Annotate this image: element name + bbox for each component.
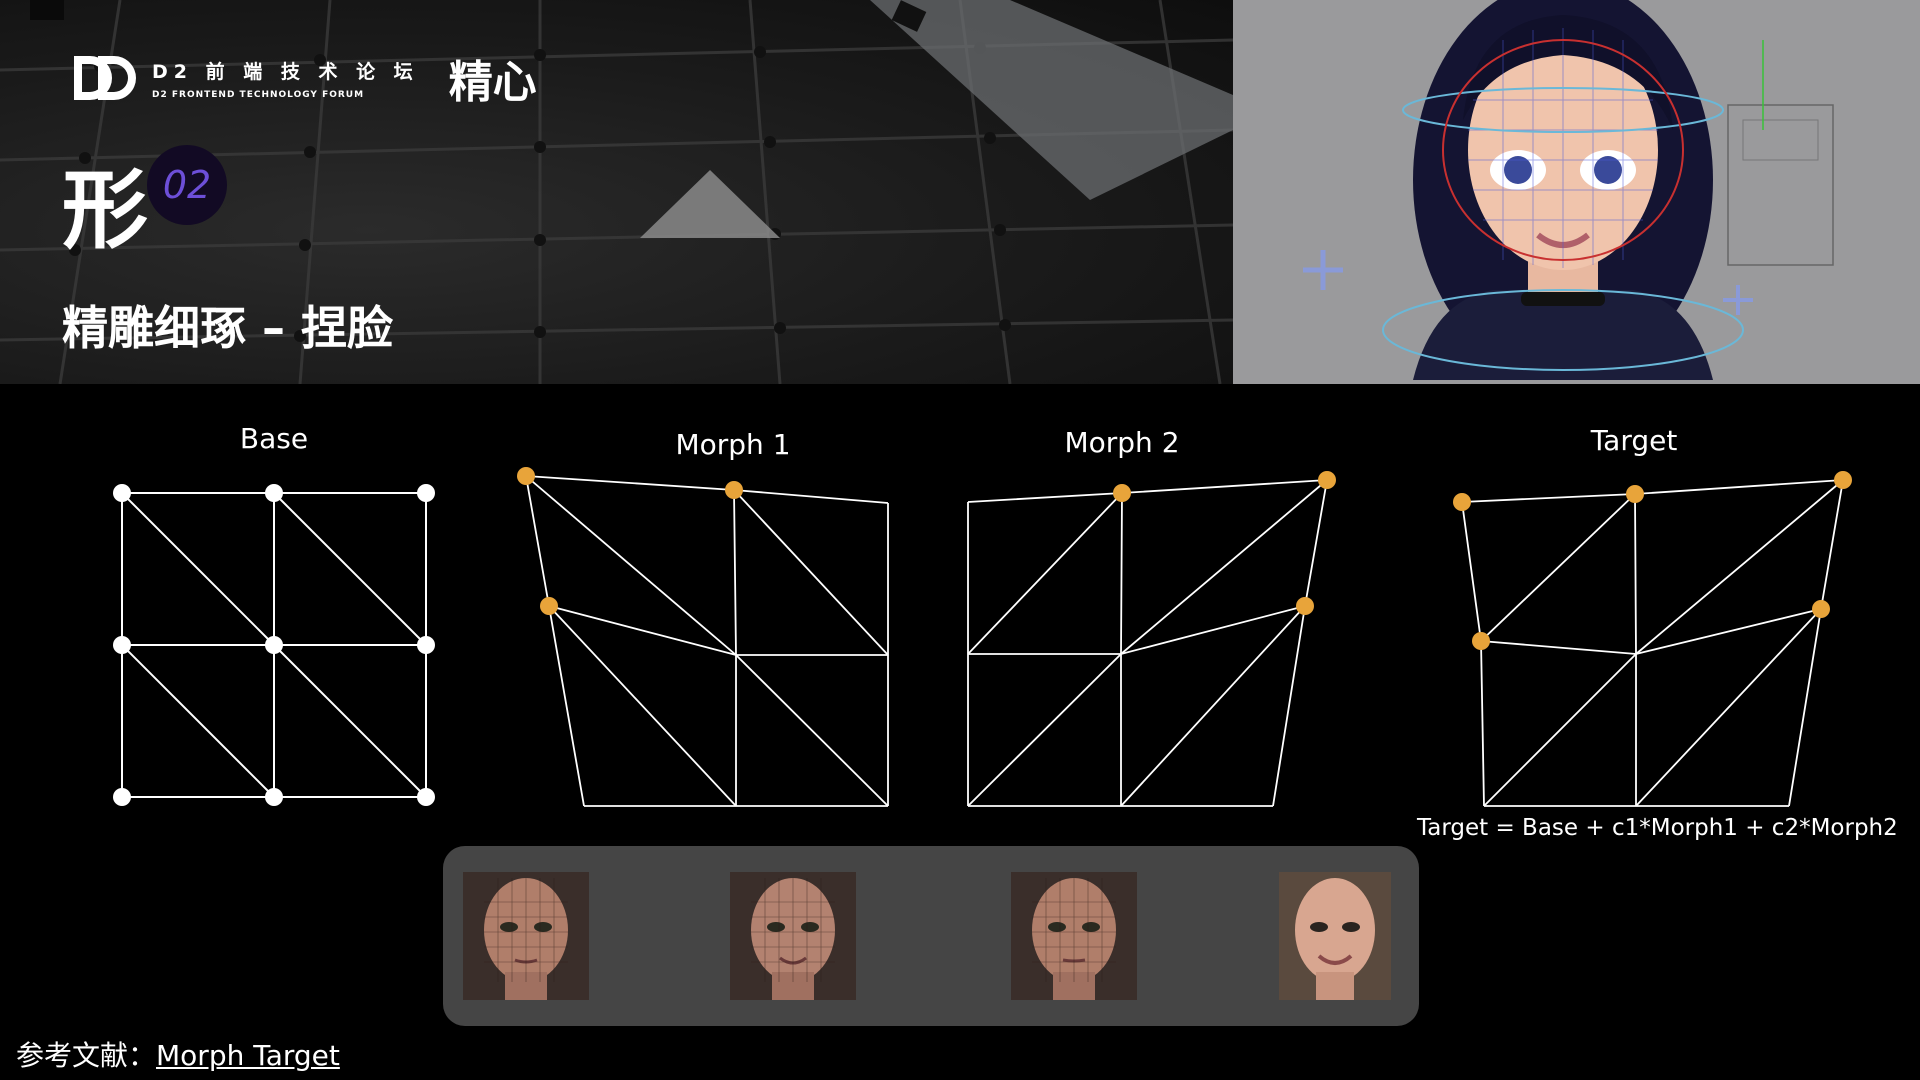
target-vertices (1453, 471, 1852, 650)
morph-formula: Target = Base + c1*Morph1 + c2*Morph2 (1417, 815, 1898, 841)
logo-title: D2 前 端 技 术 论 坛 (152, 60, 419, 83)
morph1-mesh (525, 475, 889, 807)
reference-link[interactable]: Morph Target (156, 1039, 340, 1072)
morph-diagrams (113, 467, 1852, 807)
character-rig-preview (1233, 0, 1920, 384)
character-rig-image (1303, 0, 1834, 380)
target-mesh (1461, 479, 1844, 807)
logo: D2 前 端 技 术 论 坛 D2 FRONTEND TECHNOLOGY FO… (72, 46, 537, 110)
morph2-vertices (1113, 471, 1336, 615)
face-wireframe-3 (1011, 872, 1137, 1000)
logo-secondary: 精心 (448, 57, 537, 108)
chapter-badge: 02 (147, 145, 227, 225)
logo-subtitle: D2 FRONTEND TECHNOLOGY FORUM (152, 89, 365, 100)
face-wireframe-1 (463, 872, 589, 1000)
d2-logo-icon (74, 56, 136, 100)
morph2-mesh (967, 479, 1328, 807)
chapter-character: 形 (62, 161, 148, 261)
face-rendered-target (1279, 872, 1391, 1000)
page-subtitle: 精雕细琢 – 捏脸 (62, 301, 394, 355)
reference: 参考文献：Morph Target (16, 1034, 340, 1074)
face-morph-strip (443, 846, 1419, 1026)
face-wireframe-2 (730, 872, 856, 1000)
header-background: D2 前 端 技 术 论 坛 D2 FRONTEND TECHNOLOGY FO… (0, 0, 1233, 384)
chapter-number: 02 (162, 163, 212, 207)
reference-label: 参考文献： (16, 1039, 157, 1072)
